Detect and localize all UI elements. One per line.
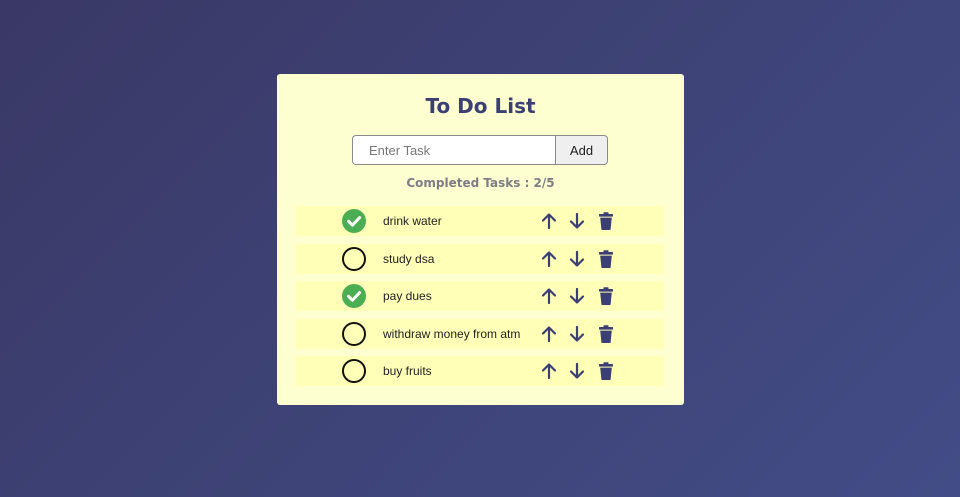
delete-icon[interactable] [596,324,616,344]
move-up-icon[interactable] [539,249,559,269]
move-up-icon[interactable] [539,324,559,344]
check-circle-icon[interactable] [342,209,366,233]
task-label: pay dues [383,289,432,303]
move-down-icon[interactable] [567,324,587,344]
task-input[interactable] [352,135,555,165]
task-label: study dsa [383,251,435,266]
empty-circle-icon[interactable] [342,359,366,383]
task-item: withdraw money from atm [296,318,664,349]
delete-icon[interactable] [596,361,616,381]
check-circle-icon[interactable] [342,284,366,308]
move-up-icon[interactable] [539,286,559,306]
delete-icon[interactable] [596,211,616,231]
page-title: To Do List [425,94,536,118]
move-up-icon[interactable] [539,211,559,231]
move-up-icon[interactable] [539,361,559,381]
todo-card: To Do List Add Completed Tasks : 2/5 dri… [277,74,684,405]
add-task-form: Add [352,135,608,165]
delete-icon[interactable] [596,249,616,269]
task-list: drink water study dsa pay dues withdraw … [296,206,664,394]
move-down-icon[interactable] [567,211,587,231]
task-item: drink water [296,206,664,236]
move-down-icon[interactable] [567,249,587,269]
add-button[interactable]: Add [555,135,608,165]
empty-circle-icon[interactable] [342,246,366,271]
task-label: drink water [383,214,442,228]
task-item: study dsa [296,243,664,274]
task-label: buy fruits [383,364,432,378]
completed-counter: Completed Tasks : 2/5 [406,176,555,190]
task-item: pay dues [296,281,664,311]
task-item: buy fruits [296,356,664,386]
task-label: withdraw money from atm [383,326,521,341]
move-down-icon[interactable] [567,361,587,381]
empty-circle-icon[interactable] [342,321,366,346]
move-down-icon[interactable] [567,286,587,306]
delete-icon[interactable] [596,286,616,306]
